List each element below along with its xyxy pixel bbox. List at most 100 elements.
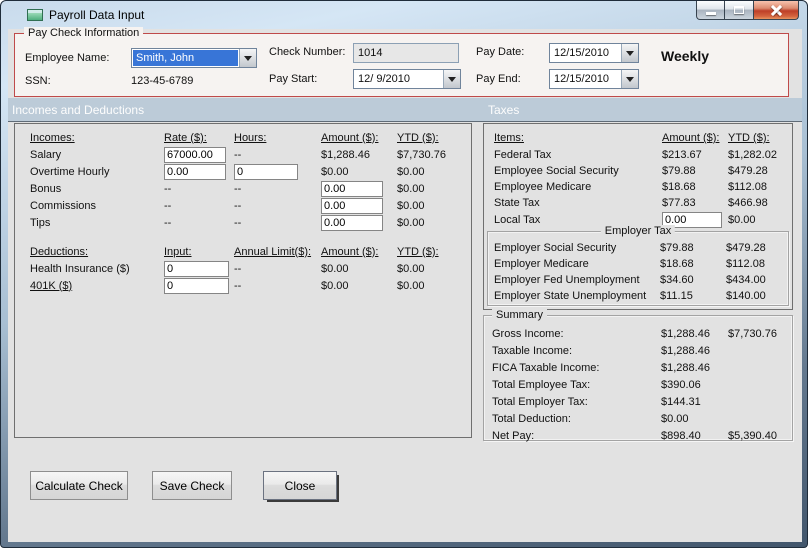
row-ytd: $112.08 [728,181,767,193]
row-ytd: $1,282.02 [728,149,777,161]
row-amount: $144.31 [661,396,701,408]
row-ytd: $0.00 [397,279,425,292]
overtime-hours-input[interactable] [234,163,298,180]
maximize-button[interactable] [725,1,753,20]
row-label: State Tax [494,197,540,209]
row-ytd: $0.00 [397,165,425,178]
income-row-tips: Tips -- -- $0.00 [30,214,469,231]
row-label: Federal Tax [494,149,552,161]
row-hours: -- [234,148,242,161]
row-label: Salary [30,148,62,161]
row-ytd: $5,390.40 [728,430,777,442]
minimize-button[interactable] [696,1,725,20]
employer-row-ss: Employer Social Security $79.88 $479.28 [494,240,786,256]
overtime-rate-input[interactable] [164,163,226,180]
row-amount: $0.00 [661,413,689,425]
income-row-commissions: Commissions -- -- $0.00 [30,197,469,214]
row-ytd: $112.08 [726,258,765,270]
minimize-icon [705,11,716,15]
ssn-label: SSN: [25,75,51,87]
row-ytd: $434.00 [726,274,766,286]
pay-start-datepicker[interactable]: 12/ 9/2010 [353,69,461,89]
row-label: Total Employee Tax: [492,379,591,391]
deduction-row-401k: 401K ($) -- $0.00 $0.00 [30,277,469,294]
calculate-check-button[interactable]: Calculate Check [30,471,128,500]
summary-row-deduction: Total Deduction: $0.00 [492,411,790,427]
row-amount: $1,288.46 [661,345,710,357]
row-rate: -- [164,199,172,212]
row-amount: $18.68 [662,181,696,193]
pay-date-datepicker[interactable]: 12/15/2010 [549,43,639,63]
hours-col-header: Hours: [234,131,267,144]
row-ytd: $0.00 [397,199,425,212]
row-label-401k-link[interactable]: 401K ($) [30,280,164,292]
row-label: Employer Medicare [494,258,589,270]
pay-date-value: 12/15/2010 [554,47,610,59]
employee-name-combobox[interactable]: Smith, John [131,48,257,68]
pay-date-dropdown-icon[interactable] [621,44,638,62]
row-amount: $213.67 [662,149,702,161]
caption-buttons [696,1,799,20]
401k-input[interactable] [164,277,229,294]
amount-col-header: Amount ($): [321,131,379,144]
row-label: Employer State Unemployment [494,290,647,302]
income-row-bonus: Bonus -- -- $0.00 [30,180,469,197]
check-number-field: 1014 [353,43,459,63]
tax-row-employee-ss: Employee Social Security $79.88 $479.28 [494,163,790,179]
deduction-row-health-insurance: Health Insurance ($) -- $0.00 $0.00 [30,260,469,277]
salary-rate-input[interactable] [164,146,226,163]
pay-end-datepicker[interactable]: 12/15/2010 [549,69,639,89]
amount-col-header: Amount ($): [662,132,720,144]
pay-date-label: Pay Date: [476,46,525,58]
tips-amount-input[interactable] [321,214,383,231]
employee-name-dropdown-icon[interactable] [239,49,256,67]
row-amount: $1,288.46 [661,328,710,340]
row-label: Employee Medicare [494,181,592,193]
titlebar[interactable]: Payroll Data Input [1,1,807,29]
ytd-col-header: YTD ($): [728,132,770,144]
amount-col-header: Amount ($): [321,245,379,258]
pay-end-dropdown-icon[interactable] [621,70,638,88]
close-check-button[interactable]: Close [263,471,337,500]
row-label: Bonus [30,182,62,195]
row-rate: -- [164,216,172,229]
pay-end-value: 12/15/2010 [554,73,610,85]
row-rate: -- [164,182,172,195]
close-button[interactable] [753,1,799,20]
summary-row-employee-tax: Total Employee Tax: $390.06 [492,377,790,393]
annual-limit-col-header: Annual Limit($): [234,245,312,258]
row-amount: $1,288.46 [321,148,370,161]
employee-name-label: Employee Name: [25,52,110,64]
section-title-taxes: Taxes [488,103,520,117]
pay-frequency-label: Weekly [661,48,709,64]
summary-group-title: Summary [492,309,548,321]
summary-row-employer-tax: Total Employer Tax: $144.31 [492,394,790,410]
taxes-panel: Items: Amount ($): YTD ($): Federal Tax … [483,123,793,310]
rate-col-header: Rate ($): [164,131,207,144]
row-amount: $898.40 [661,430,701,442]
row-hours: -- [234,216,242,229]
summary-row-fica: FICA Taxable Income: $1,288.46 [492,360,790,376]
row-ytd: $0.00 [397,216,425,229]
row-ytd: $0.00 [397,262,425,275]
section-title-incomes-deductions: Incomes and Deductions [12,103,145,117]
commissions-amount-input[interactable] [321,197,383,214]
save-check-button[interactable]: Save Check [152,471,232,500]
row-label: Total Deduction: [492,413,571,425]
employer-row-fed-unemployment: Employer Fed Unemployment $34.60 $434.00 [494,272,786,288]
incomes-header-row: Incomes: Rate ($): Hours: Amount ($): YT… [30,129,469,146]
row-amount: $77.83 [662,197,696,209]
row-label: Commissions [30,199,97,212]
row-label: Tips [30,216,51,229]
bonus-amount-input[interactable] [321,180,383,197]
employer-row-state-unemployment: Employer State Unemployment $11.15 $140.… [494,288,786,304]
health-insurance-input[interactable] [164,260,229,277]
ytd-col-header: YTD ($): [397,131,439,144]
row-limit: -- [234,262,242,275]
row-ytd: $7,730.76 [728,328,777,340]
pay-start-dropdown-icon[interactable] [443,70,460,88]
window-title: Payroll Data Input [49,8,145,22]
employer-row-medicare: Employer Medicare $18.68 $112.08 [494,256,786,272]
row-label: Total Employer Tax: [492,396,588,408]
app-form-icon [27,9,43,21]
